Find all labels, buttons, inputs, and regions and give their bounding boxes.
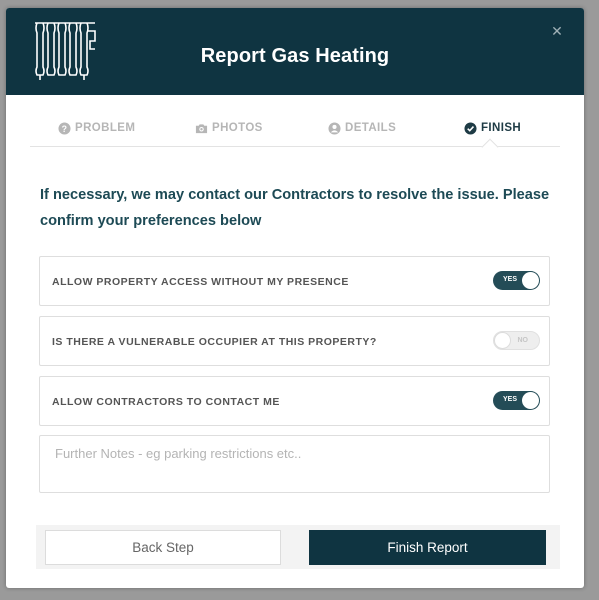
- tab-details[interactable]: DETAILS: [328, 120, 396, 136]
- toggle-text: NO: [517, 337, 529, 344]
- tab-problem[interactable]: ? PROBLEM: [58, 120, 135, 136]
- pref-row-contact-me: ALLOW CONTRACTORS TO CONTACT ME YES: [39, 376, 550, 426]
- toggle-text: YES: [503, 396, 518, 403]
- contact-me-toggle[interactable]: YES: [493, 391, 540, 410]
- toggle-knob: [522, 272, 539, 289]
- check-circle-icon: [464, 121, 477, 135]
- tab-finish[interactable]: FINISH: [464, 120, 521, 136]
- step-tabs: ? PROBLEM PHOTOS DETAILS FINISH: [30, 95, 560, 147]
- svg-text:?: ?: [62, 123, 68, 133]
- user-circle-icon: [328, 121, 341, 135]
- question-circle-icon: ?: [58, 121, 71, 135]
- tab-finish-label: FINISH: [481, 122, 522, 134]
- tab-photos-label: PHOTOS: [212, 122, 263, 134]
- intro-text: If necessary, we may contact our Contrac…: [40, 187, 550, 229]
- pref-label: IS THERE A VULNERABLE OCCUPIER AT THIS P…: [52, 336, 377, 348]
- close-icon[interactable]: ✕: [550, 24, 564, 38]
- pref-label: ALLOW PROPERTY ACCESS WITHOUT MY PRESENC…: [52, 276, 349, 288]
- modal-title: Report Gas Heating: [200, 45, 390, 67]
- camera-icon: [195, 123, 208, 133]
- tab-photos[interactable]: PHOTOS: [195, 120, 263, 136]
- toggle-text: YES: [503, 276, 518, 283]
- modal-header: Report Gas Heating ✕: [6, 8, 584, 95]
- finish-report-button[interactable]: Finish Report: [309, 530, 546, 565]
- pref-label: ALLOW CONTRACTORS TO CONTACT ME: [52, 396, 280, 408]
- pref-row-property-access: ALLOW PROPERTY ACCESS WITHOUT MY PRESENC…: [39, 256, 550, 306]
- toggle-knob: [522, 392, 539, 409]
- pref-row-vulnerable-occupier: IS THERE A VULNERABLE OCCUPIER AT THIS P…: [39, 316, 550, 366]
- property-access-toggle[interactable]: YES: [493, 271, 540, 290]
- vulnerable-occupier-toggle[interactable]: NO: [493, 331, 540, 350]
- report-modal: Report Gas Heating ✕ ? PROBLEM PHOTOS DE…: [6, 8, 584, 588]
- back-step-button[interactable]: Back Step: [45, 530, 281, 565]
- toggle-knob: [494, 332, 511, 349]
- tab-details-label: DETAILS: [345, 122, 397, 134]
- notes-field[interactable]: [39, 435, 550, 493]
- tab-problem-label: PROBLEM: [75, 122, 136, 134]
